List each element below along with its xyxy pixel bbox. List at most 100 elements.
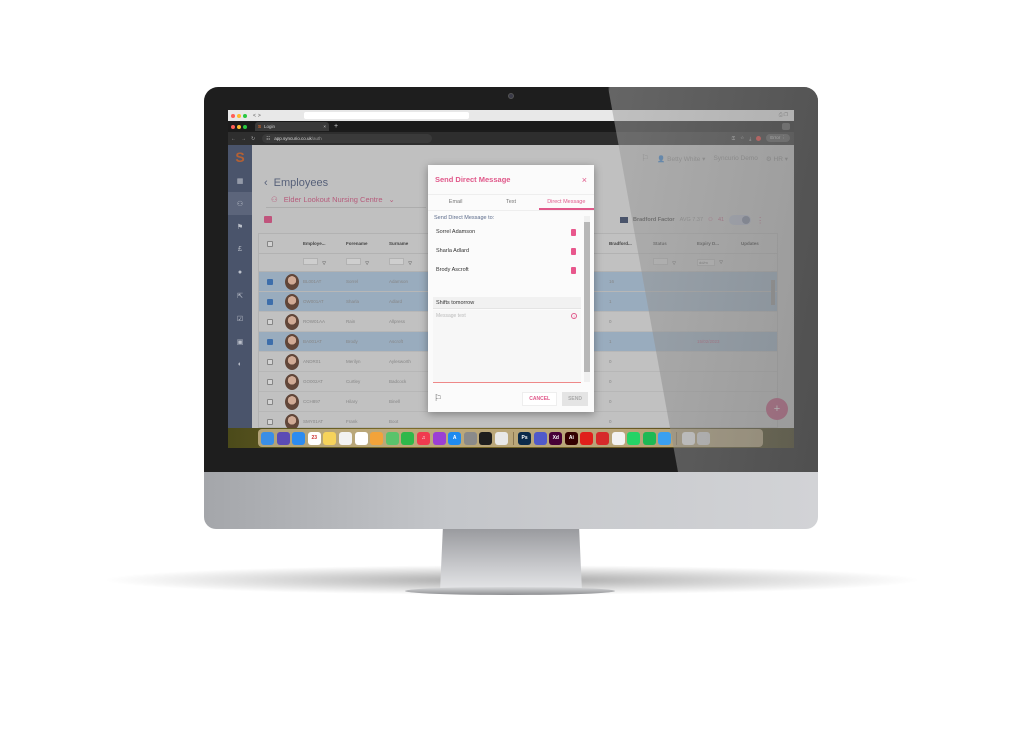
share-icon[interactable]: ⎙ ❐ — [779, 112, 788, 118]
dock-numbers-icon[interactable] — [401, 431, 415, 445]
dialog-title: Send Direct Message — [435, 175, 511, 184]
dock-reminders-icon[interactable] — [354, 431, 368, 445]
dock-app-store-icon[interactable]: A — [448, 431, 462, 445]
delete-icon[interactable] — [571, 247, 576, 255]
dock-finder-icon[interactable] — [261, 431, 274, 445]
monitor-stand — [440, 529, 582, 591]
tab-search-button[interactable] — [782, 123, 790, 130]
desktop-wallpaper: 23 ♫ A Ps Xd Ai — [228, 428, 794, 448]
close-window-button[interactable] — [231, 113, 235, 118]
imac-mockup: < > ⎙ ❐ S Login × + ← → ↻ ☷ app.syncurio… — [0, 0, 1024, 745]
message-placeholder: Message text — [436, 313, 466, 319]
url-host: app.syncurio.co.uk — [274, 136, 312, 141]
message-textarea[interactable]: Message text ! — [433, 310, 581, 383]
forward-icon[interactable]: → — [241, 136, 246, 142]
subject-input[interactable]: Shifts tomorrow — [433, 297, 581, 309]
scrollbar-thumb[interactable] — [584, 222, 590, 372]
recipient-item: Sorrel Adamson — [436, 226, 576, 238]
close-window-button[interactable] — [231, 124, 235, 129]
browser-toolbar: ← → ↻ ☷ app.syncurio.co.uk /auth ⚿ ☆ ⤓ E… — [228, 132, 794, 145]
dock-figma-icon[interactable] — [479, 431, 493, 445]
dock-microsoft-icon[interactable] — [611, 431, 625, 445]
dialog-scrollbar[interactable] — [584, 216, 590, 382]
dock-notes-icon[interactable] — [323, 431, 337, 445]
zoom-window-button[interactable] — [243, 113, 247, 118]
mac-nav: < > — [253, 113, 261, 119]
forward-icon[interactable]: > — [258, 113, 261, 119]
dock-settings-icon[interactable] — [463, 431, 477, 445]
url-path: /auth — [311, 136, 322, 141]
record-icon[interactable] — [756, 135, 762, 141]
send-direct-message-dialog: Send Direct Message × Email Text Direct … — [428, 165, 594, 412]
screen: < > ⎙ ❐ S Login × + ← → ↻ ☷ app.syncurio… — [228, 110, 794, 448]
recipient-name: Brody Ascroft — [436, 267, 469, 273]
dock-xd-icon[interactable]: Xd — [549, 431, 563, 445]
dock-document-icon[interactable] — [681, 431, 695, 445]
dock-freeform-icon[interactable] — [338, 431, 352, 445]
recipient-item: Brody Ascroft — [436, 264, 576, 276]
dock-illustrator-icon[interactable]: Ai — [564, 431, 578, 445]
close-icon[interactable]: × — [582, 175, 587, 185]
macos-dock: 23 ♫ A Ps Xd Ai — [258, 429, 763, 447]
dock-music-icon[interactable]: ♫ — [416, 431, 430, 445]
dock-siri-icon[interactable] — [276, 431, 290, 445]
tab-direct-message[interactable]: Direct Message — [538, 195, 594, 210]
mac-titlebar: < > ⎙ ❐ — [228, 110, 794, 121]
dock-photos-icon[interactable] — [370, 431, 384, 445]
delete-icon[interactable] — [571, 266, 576, 274]
dialog-header: Send Direct Message × — [428, 165, 594, 195]
new-tab-button[interactable]: + — [334, 123, 338, 130]
dock-teams-icon[interactable] — [533, 431, 547, 445]
error-label: Error — [770, 135, 781, 140]
cancel-button[interactable]: CANCEL — [522, 391, 558, 406]
key-icon[interactable]: ⚿ — [732, 136, 735, 141]
dialog-footer: ⚐ CANCEL SEND — [428, 385, 594, 412]
dock-separator — [676, 431, 678, 445]
dialog-body: Send Direct Message to: Sorrel Adamson S… — [428, 212, 594, 385]
recipient-name: Sorrel Adamson — [436, 229, 476, 235]
camera-icon — [508, 93, 514, 99]
reload-icon[interactable]: ↻ — [251, 136, 255, 142]
tab-text[interactable]: Text — [483, 195, 538, 210]
minimize-window-button[interactable] — [237, 124, 241, 129]
browser-tab-login[interactable]: S Login × — [255, 122, 329, 131]
download-icon[interactable]: ⤓ — [749, 136, 751, 141]
tab-title: Login — [264, 124, 276, 129]
browser-tabbar: S Login × + — [228, 121, 794, 132]
dock-acrobat-icon[interactable] — [580, 431, 594, 445]
error-icon: ! — [571, 313, 577, 319]
bookmark-star-icon[interactable]: ☆ — [740, 135, 744, 141]
site-info-icon[interactable]: ☷ — [266, 136, 270, 142]
dock-separator — [512, 431, 514, 445]
recipients-label: Send Direct Message to: — [434, 215, 495, 221]
favicon-icon: S — [258, 124, 262, 129]
browser-actions: ⚿ ☆ ⤓ Error ⋮ — [732, 134, 790, 142]
dock-trash-icon[interactable] — [697, 431, 711, 445]
mac-url-field[interactable] — [304, 112, 469, 119]
dock-maps-icon[interactable] — [385, 431, 399, 445]
dock-mail-icon[interactable] — [658, 431, 672, 445]
zoom-window-button[interactable] — [243, 124, 247, 129]
error-menu-button[interactable]: Error ⋮ — [766, 134, 790, 142]
dock-chrome-icon[interactable] — [494, 431, 508, 445]
minimize-window-button[interactable] — [237, 113, 241, 118]
send-button[interactable]: SEND — [562, 391, 588, 406]
dock-calendar-icon[interactable]: 23 — [307, 431, 321, 445]
tab-email[interactable]: Email — [428, 195, 483, 210]
recipient-name: Sharla Adlard — [436, 248, 470, 254]
delete-icon[interactable] — [571, 228, 576, 236]
monitor-chin — [204, 472, 818, 529]
dock-spotify-icon[interactable] — [642, 431, 656, 445]
recipient-item: Sharla Adlard — [436, 245, 576, 257]
address-bar[interactable]: ☷ app.syncurio.co.uk /auth — [262, 134, 433, 143]
close-tab-icon[interactable]: × — [323, 124, 326, 129]
dock-app-red-icon[interactable] — [596, 431, 610, 445]
dock-whatsapp-icon[interactable] — [627, 431, 641, 445]
dock-safari-icon[interactable] — [292, 431, 306, 445]
back-icon[interactable]: ← — [231, 136, 236, 142]
dock-podcasts-icon[interactable] — [432, 431, 446, 445]
back-icon[interactable]: < — [253, 113, 256, 119]
dock-photoshop-icon[interactable]: Ps — [518, 431, 532, 445]
flag-icon[interactable]: ⚐ — [434, 393, 442, 404]
message-type-tabs: Email Text Direct Message — [428, 195, 594, 211]
